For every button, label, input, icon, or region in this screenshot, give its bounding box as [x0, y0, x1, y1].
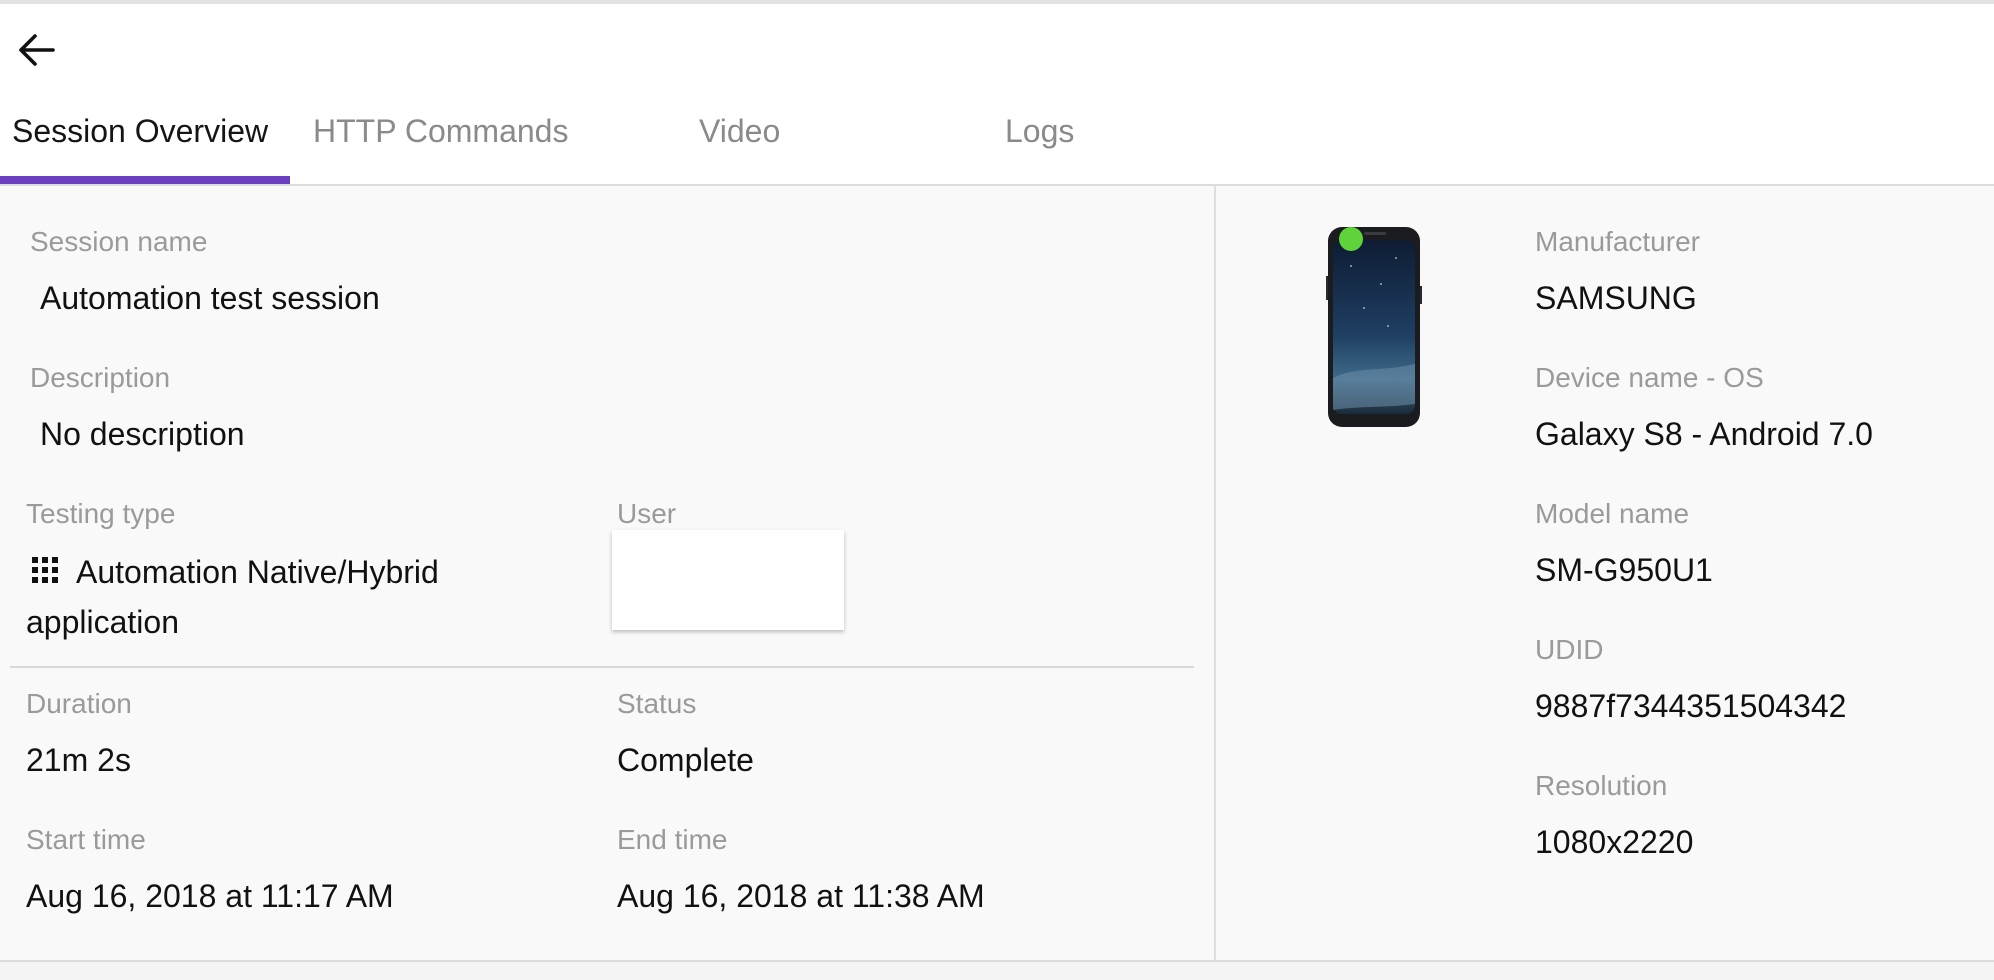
- description-label: Description: [30, 362, 171, 393]
- status-label: Status: [617, 688, 697, 719]
- resolution-label: Resolution: [1535, 770, 1668, 801]
- device-name-os-label: Device name - OS: [1535, 362, 1764, 393]
- tab-session-overview[interactable]: Session Overview: [12, 100, 268, 184]
- session-name-value: Automation test session: [40, 280, 380, 316]
- apps-grid-icon: [32, 557, 60, 585]
- start-time-label: Start time: [26, 824, 146, 855]
- arrow-left-icon: [19, 34, 55, 66]
- start-time-value: Aug 16, 2018 at 11:17 AM: [26, 878, 394, 914]
- duration-value: 21m 2s: [26, 742, 131, 778]
- testing-type-value-continued: application: [26, 604, 179, 640]
- top-border: [0, 0, 1994, 4]
- udid-label: UDID: [1535, 634, 1604, 665]
- status-value: Complete: [617, 742, 754, 778]
- tab-bar: Session Overview HTTP Commands Video Log…: [0, 100, 1994, 184]
- description-value: No description: [40, 416, 245, 452]
- section-divider: [10, 666, 1194, 668]
- udid-value: 9887f7344351504342: [1535, 688, 1847, 724]
- manufacturer-label: Manufacturer: [1535, 226, 1700, 257]
- session-name-label: Session name: [30, 226, 208, 257]
- online-status-icon: [1339, 227, 1363, 251]
- model-name-label: Model name: [1535, 498, 1690, 529]
- active-tab-indicator: [0, 176, 290, 184]
- manufacturer-value: SAMSUNG: [1535, 280, 1697, 316]
- tab-video[interactable]: Video: [699, 100, 780, 184]
- device-name-os-value: Galaxy S8 - Android 7.0: [1535, 416, 1873, 452]
- testing-type-label: Testing type: [26, 498, 176, 529]
- testing-type-value: Automation Native/Hybrid: [76, 554, 439, 590]
- vertical-divider: [1214, 186, 1216, 960]
- back-button[interactable]: [14, 28, 58, 72]
- resolution-value: 1080x2220: [1535, 824, 1694, 860]
- user-card[interactable]: [612, 530, 844, 630]
- tab-http-commands[interactable]: HTTP Commands: [313, 100, 568, 184]
- model-name-value: SM-G950U1: [1535, 552, 1713, 588]
- tab-logs[interactable]: Logs: [1005, 100, 1074, 184]
- bottom-band: [0, 962, 1994, 980]
- user-label: User: [617, 498, 677, 529]
- end-time-value: Aug 16, 2018 at 11:38 AM: [617, 878, 985, 914]
- duration-label: Duration: [26, 688, 132, 719]
- phone-device-image: [1326, 226, 1422, 428]
- end-time-label: End time: [617, 824, 728, 855]
